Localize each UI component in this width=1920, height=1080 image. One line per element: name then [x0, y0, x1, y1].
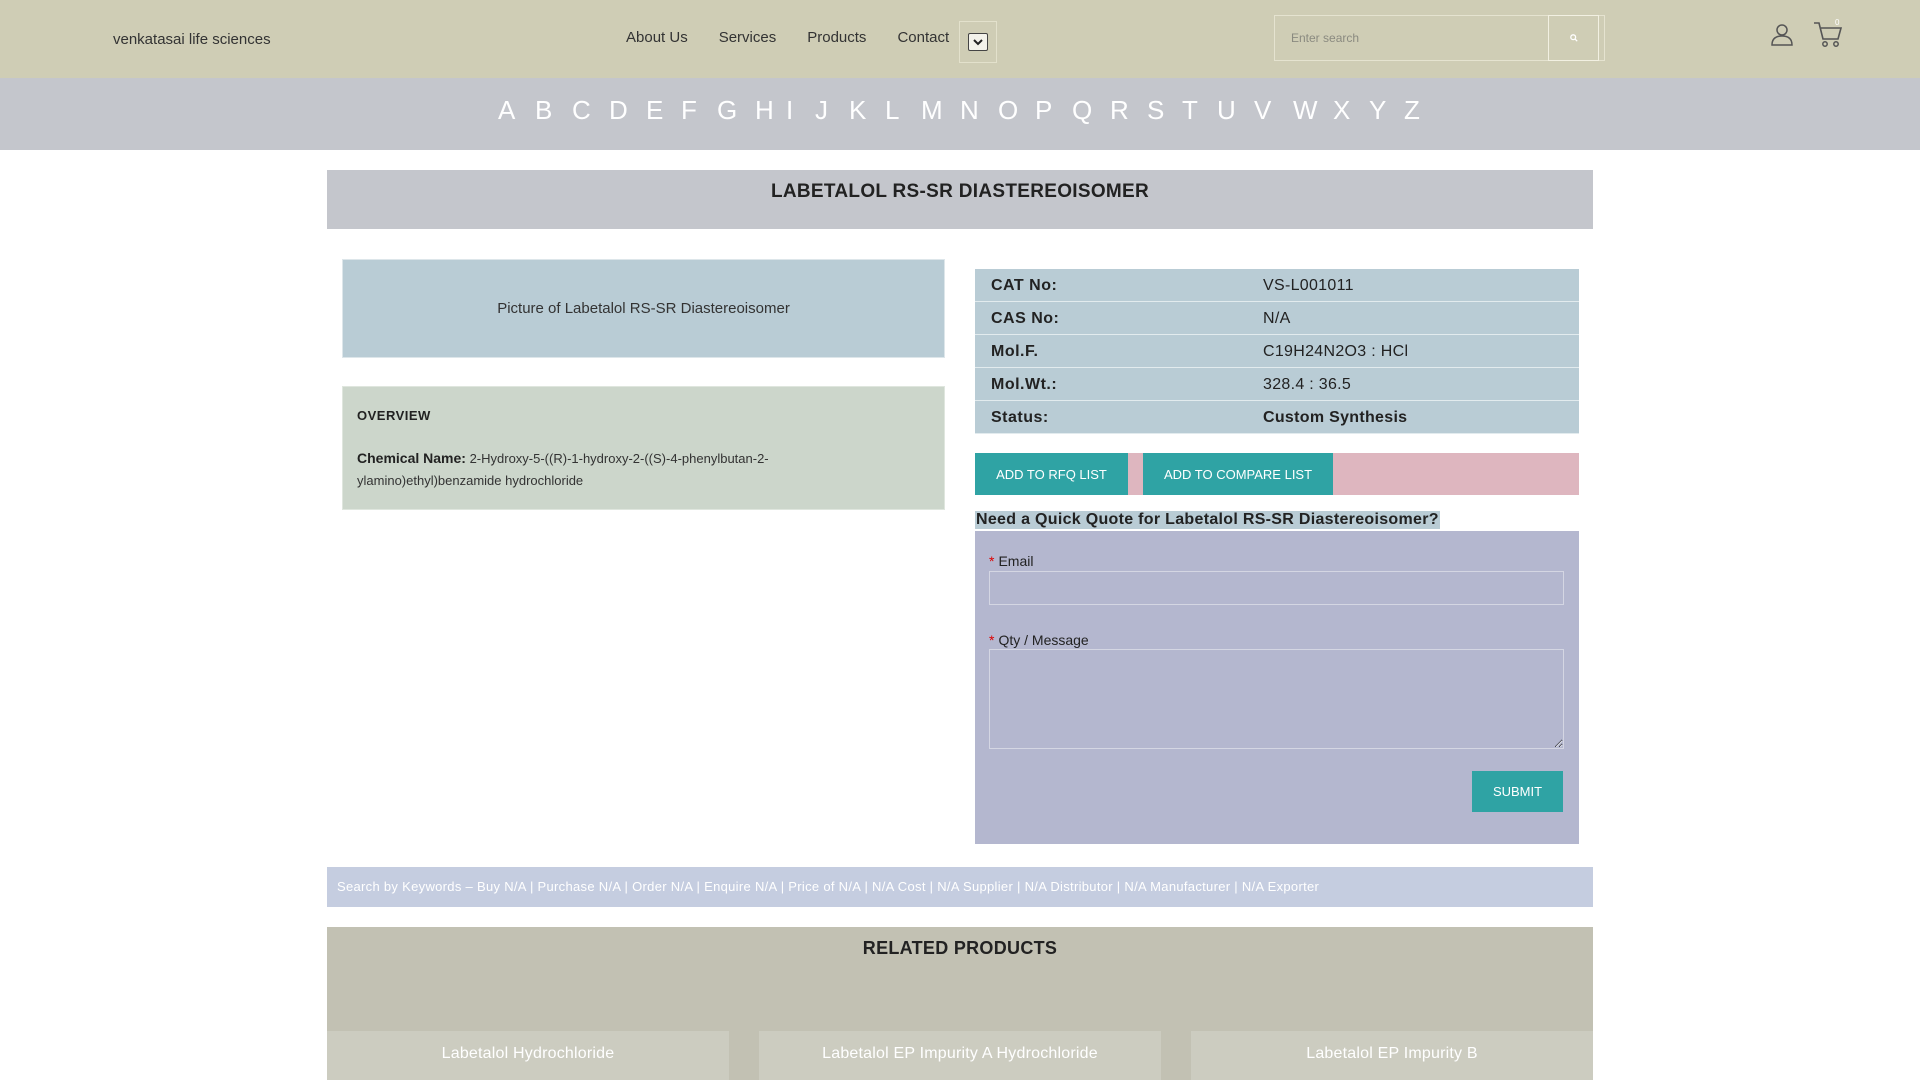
alphabet-letter-w[interactable]: W	[1293, 95, 1333, 126]
alphabet-letter-e[interactable]: E	[646, 95, 681, 126]
alphabet-letter-v[interactable]: V	[1254, 95, 1293, 126]
spec-key: Status:	[991, 409, 1049, 426]
search-input[interactable]	[1275, 16, 1548, 60]
product-spec-table: CAT No: VS-L001011 CAS No: N/A Mol.F. C1…	[975, 269, 1579, 434]
spec-key: Mol.Wt.:	[991, 376, 1058, 393]
spec-row-status: Status: Custom Synthesis	[975, 401, 1579, 434]
required-mark: *	[989, 553, 995, 569]
alphabet-letter-z[interactable]: Z	[1404, 95, 1424, 126]
product-actions: ADD TO RFQ LIST ADD TO COMPARE LIST	[975, 453, 1579, 495]
chevron-down-icon	[968, 33, 988, 51]
search-button[interactable]	[1548, 15, 1599, 61]
qty-message-field[interactable]	[989, 649, 1564, 749]
nav-about-us[interactable]: About Us	[626, 29, 688, 46]
required-mark: *	[989, 632, 995, 648]
alphabet-letter-b[interactable]: B	[535, 95, 572, 126]
alphabet-letter-g[interactable]: G	[717, 95, 755, 126]
site-logo[interactable]: venkatasai life sciences	[113, 31, 271, 48]
add-to-rfq-button[interactable]: ADD TO RFQ LIST	[975, 453, 1128, 495]
search-keywords: Search by Keywords – Buy N/A | Purchase …	[327, 867, 1593, 907]
alphabet-letter-d[interactable]: D	[609, 95, 646, 126]
spec-value: C19H24N2O3 : HCl	[1263, 343, 1409, 360]
alphabet-letter-y[interactable]: Y	[1369, 95, 1404, 126]
spec-row-cat-no: CAT No: VS-L001011	[975, 269, 1579, 302]
message-label: * Qty / Message	[989, 632, 1089, 648]
search-icon	[1569, 34, 1578, 42]
related-products: RELATED PRODUCTS Labetalol Hydrochloride…	[327, 927, 1593, 1080]
alphabet-letter-x[interactable]: X	[1333, 95, 1369, 126]
add-to-compare-button[interactable]: ADD TO COMPARE LIST	[1143, 453, 1333, 495]
search-bar	[1274, 15, 1605, 61]
alphabet-letter-c[interactable]: C	[572, 95, 609, 126]
chemical-name-label: Chemical Name:	[357, 450, 466, 466]
nav-services[interactable]: Services	[719, 29, 777, 46]
quote-heading: Need a Quick Quote for Labetalol RS-SR D…	[975, 511, 1440, 529]
email-field[interactable]	[989, 571, 1564, 605]
overview-panel: OVERVIEW Chemical Name: 2-Hydroxy-5-((R)…	[342, 386, 945, 510]
email-label-text: Email	[998, 553, 1034, 569]
product-title: LABETALOL RS-SR DIASTEREOISOMER	[770, 181, 1150, 202]
overview-heading[interactable]: OVERVIEW	[357, 408, 431, 423]
cart-count-badge: 0	[1835, 18, 1840, 27]
logo-alt-text: venkatasai life sciences	[113, 31, 271, 48]
spec-value: Custom Synthesis	[1263, 409, 1408, 426]
related-product-card[interactable]: Labetalol EP Impurity B	[1191, 1031, 1593, 1080]
alphabet-letter-u[interactable]: U	[1217, 95, 1254, 126]
related-product-card[interactable]: Labetalol Hydrochloride	[327, 1031, 729, 1080]
alphabet-letter-p[interactable]: P	[1035, 95, 1072, 126]
nav-more-dropdown[interactable]	[959, 21, 997, 63]
product-image-alt: Picture of Labetalol RS-SR Diastereoisom…	[497, 300, 790, 317]
spec-key: Mol.F.	[991, 343, 1039, 360]
nav-products[interactable]: Products	[807, 29, 866, 46]
alphabet-letter-j[interactable]: J	[815, 95, 849, 126]
product-image: Picture of Labetalol RS-SR Diastereoisom…	[342, 259, 945, 358]
alphabet-letter-t[interactable]: T	[1182, 95, 1217, 126]
product-title-banner: LABETALOL RS-SR DIASTEREOISOMER	[327, 170, 1593, 229]
quote-form: * Email * Qty / Message SUBMIT	[975, 531, 1579, 844]
message-label-text: Qty / Message	[998, 632, 1089, 648]
spec-value: N/A	[1263, 310, 1291, 327]
submit-button[interactable]: SUBMIT	[1472, 771, 1563, 812]
alphabet-letter-r[interactable]: R	[1110, 95, 1147, 126]
alphabet-letter-q[interactable]: Q	[1072, 95, 1110, 126]
spec-row-cas-no: CAS No: N/A	[975, 302, 1579, 335]
spec-row-mol-weight: Mol.Wt.: 328.4 : 36.5	[975, 368, 1579, 401]
alphabet-letter-k[interactable]: K	[849, 95, 885, 126]
email-label: * Email	[989, 553, 1033, 569]
related-products-heading: RELATED PRODUCTS	[862, 938, 1058, 958]
alphabet-letter-n[interactable]: N	[960, 95, 998, 126]
alphabet-letter-a[interactable]: A	[498, 95, 535, 126]
alphabet-letter-i[interactable]: I	[786, 95, 815, 126]
spec-value: 328.4 : 36.5	[1263, 376, 1352, 393]
user-account-icon[interactable]	[1770, 22, 1794, 46]
main-nav: About Us Services Products Contact	[626, 29, 980, 46]
alphabet-index: ABCDEFGHIJKLMNOPQRSTUVWXYZ	[498, 95, 1424, 126]
alphabet-letter-o[interactable]: O	[998, 95, 1035, 126]
spec-value: VS-L001011	[1263, 277, 1354, 294]
alphabet-letter-m[interactable]: M	[921, 95, 960, 126]
spec-row-mol-formula: Mol.F. C19H24N2O3 : HCl	[975, 335, 1579, 368]
related-product-card[interactable]: Labetalol EP Impurity A Hydrochloride	[759, 1031, 1161, 1080]
spec-key: CAT No:	[991, 277, 1058, 294]
spec-key: CAS No:	[991, 310, 1060, 327]
alphabet-letter-l[interactable]: L	[885, 95, 921, 126]
overview-body: Chemical Name: 2-Hydroxy-5-((R)-1-hydrox…	[357, 447, 877, 492]
alphabet-letter-f[interactable]: F	[681, 95, 717, 126]
alphabet-letter-h[interactable]: H	[755, 95, 786, 126]
site-header: venkatasai life sciences About Us Servic…	[0, 0, 1920, 78]
nav-contact[interactable]: Contact	[897, 29, 949, 46]
alphabet-letter-s[interactable]: S	[1147, 95, 1182, 126]
